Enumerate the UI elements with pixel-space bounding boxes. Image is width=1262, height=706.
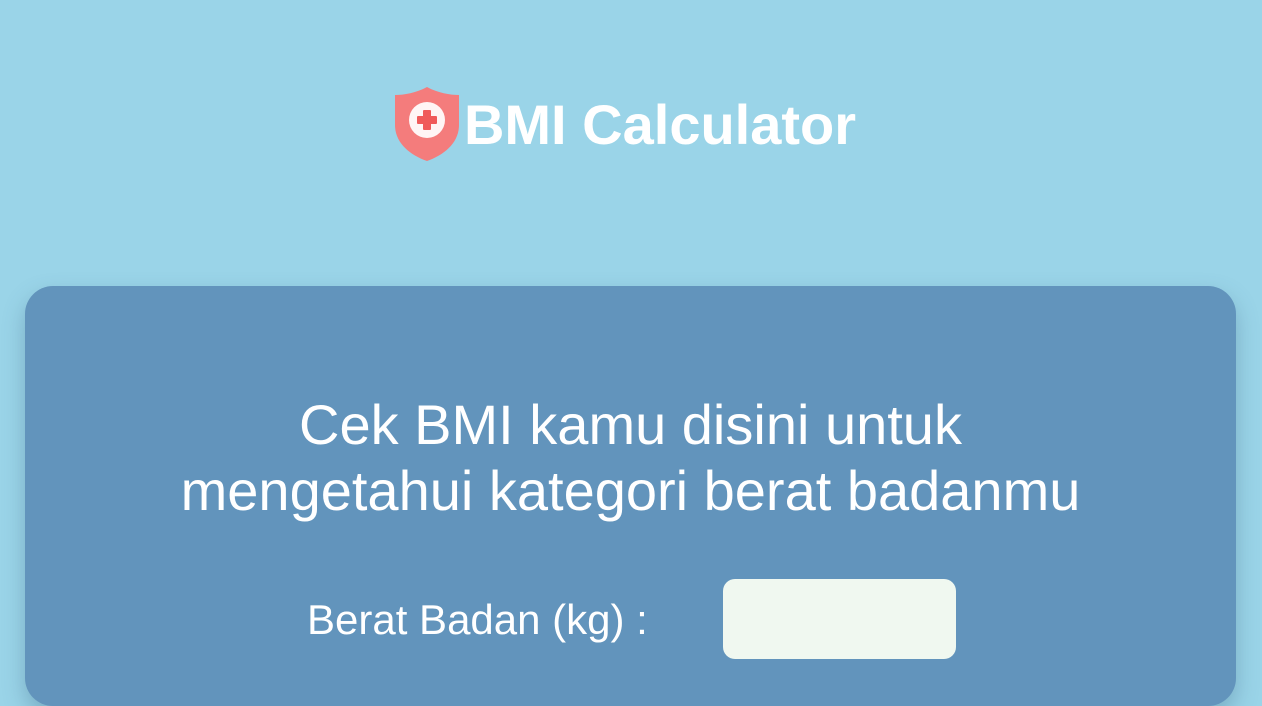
shield-medical-icon <box>394 87 459 161</box>
card-headline: Cek BMI kamu disini untuk mengetahui kat… <box>25 392 1236 524</box>
bmi-card: Cek BMI kamu disini untuk mengetahui kat… <box>25 286 1236 706</box>
app-header: BMI Calculator <box>0 78 1262 168</box>
headline-line-1: Cek BMI kamu disini untuk <box>299 393 962 456</box>
app-title: BMI Calculator <box>463 93 857 156</box>
weight-input[interactable] <box>723 579 956 659</box>
headline-line-2: mengetahui kategori berat badanmu <box>180 459 1081 522</box>
weight-label: Berat Badan (kg) : <box>307 596 648 643</box>
